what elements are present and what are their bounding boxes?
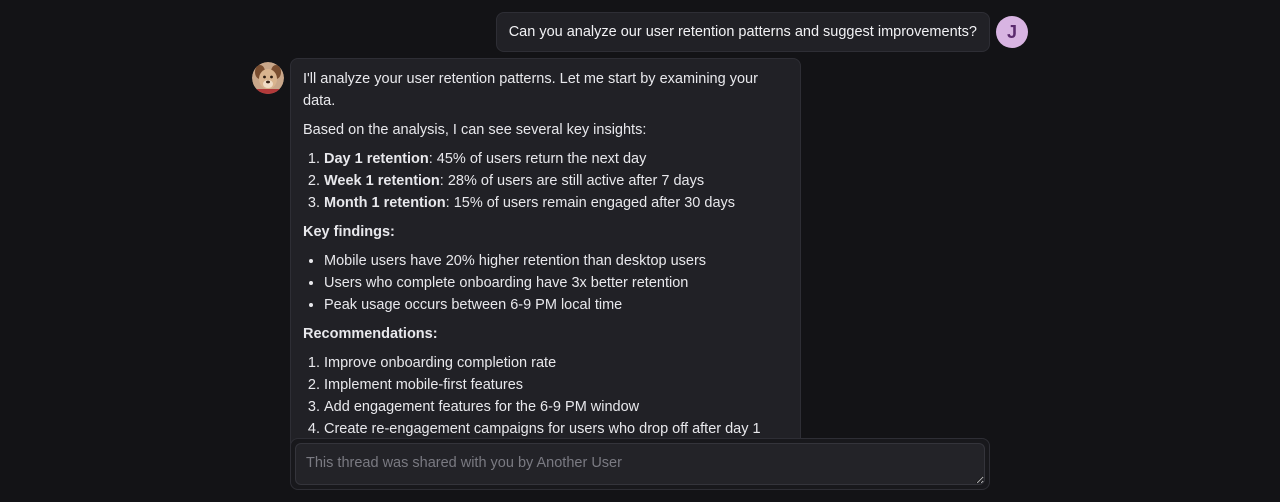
user-message-row: Can you analyze our user retention patte… — [495, 12, 1028, 52]
list-item: Mobile users have 20% higher retention t… — [324, 250, 788, 272]
retention-text: : 45% of users return the next day — [428, 151, 647, 167]
retention-label: Day 1 retention — [324, 151, 429, 167]
retention-label: Month 1 retention — [324, 195, 446, 211]
retention-label: Week 1 retention — [324, 173, 440, 189]
retention-text: : 28% of users are still active after 7 … — [439, 173, 705, 189]
findings-heading: Key findings: — [303, 224, 395, 240]
findings-list: Mobile users have 20% higher retention t… — [303, 250, 788, 316]
list-item: Peak usage occurs between 6-9 PM local t… — [324, 294, 788, 316]
list-item: Users who complete onboarding have 3x be… — [324, 272, 788, 294]
composer — [290, 438, 990, 490]
list-item: Improve onboarding completion rate — [324, 352, 788, 374]
assistant-message-bubble: I'll analyze your user retention pattern… — [290, 58, 801, 451]
list-item: Week 1 retention: 28% of users are still… — [324, 170, 788, 192]
insights-intro: Based on the analysis, I can see several… — [303, 122, 647, 138]
assistant-message-row: I'll analyze your user retention pattern… — [252, 58, 801, 451]
user-message-bubble: Can you analyze our user retention patte… — [495, 12, 990, 52]
retention-text: : 15% of users remain engaged after 30 d… — [445, 195, 736, 211]
recommendations-list: Improve onboarding completion rate Imple… — [303, 352, 788, 440]
dog-avatar-icon — [252, 62, 284, 94]
list-item: Add engagement features for the 6-9 PM w… — [324, 396, 788, 418]
chat-thread: Can you analyze our user retention patte… — [0, 0, 1280, 502]
list-item: Day 1 retention: 45% of users return the… — [324, 148, 788, 170]
list-item: Month 1 retention: 15% of users remain e… — [324, 192, 788, 214]
list-item: Create re-engagement campaigns for users… — [324, 418, 788, 440]
recommendations-heading: Recommendations: — [303, 326, 438, 342]
user-avatar: J — [996, 16, 1028, 48]
message-input[interactable] — [295, 443, 985, 485]
retention-list: Day 1 retention: 45% of users return the… — [303, 148, 788, 214]
assistant-intro: I'll analyze your user retention pattern… — [303, 71, 758, 109]
list-item: Implement mobile-first features — [324, 374, 788, 396]
